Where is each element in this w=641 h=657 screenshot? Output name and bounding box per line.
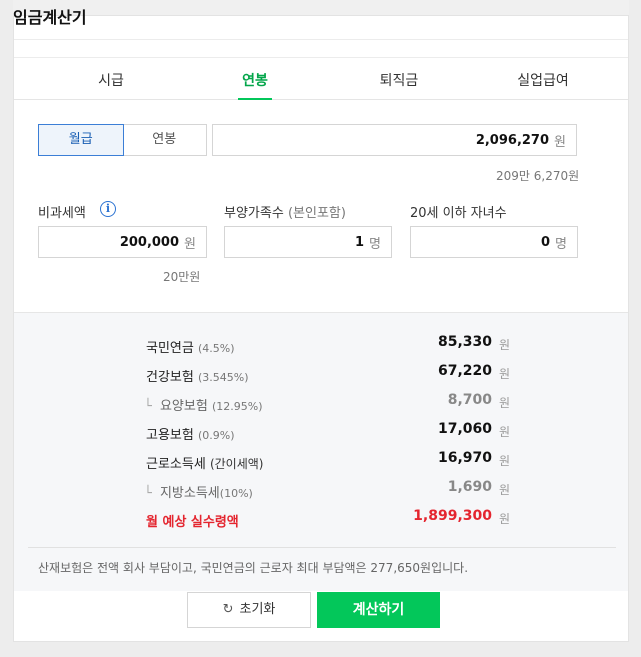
nontax-value: 200,000 — [119, 234, 180, 250]
result-detail: (0.9%) — [197, 429, 235, 442]
result-unit: 원 — [499, 483, 511, 497]
children-unit: 명 — [555, 236, 567, 252]
dependents-input[interactable]: 1 명 — [224, 226, 392, 258]
reset-button[interactable]: ↻ 초기화 — [187, 592, 311, 628]
result-label-sub: └ 지방소득세(10%) — [144, 482, 253, 501]
nontax-unit: 원 — [184, 236, 196, 252]
result-value: 16,970 — [437, 450, 492, 466]
result-detail: (간이세액) — [209, 457, 264, 471]
result-value: 17,060 — [437, 421, 492, 437]
calculate-button[interactable]: 계산하기 — [317, 592, 440, 628]
dependents-label-text: 부양가족수 — [224, 206, 284, 221]
result-name: 국민연금 — [146, 341, 194, 356]
corner-arrow-icon: └ — [144, 399, 152, 414]
net-pay-unit: 원 — [499, 512, 511, 526]
background-right — [629, 0, 641, 657]
result-name: 건강보험 — [146, 370, 194, 385]
nontax-korean-amount: 20만원 — [163, 270, 201, 284]
result-label-sub: └ 요양보험 (12.95%) — [144, 395, 262, 414]
corner-arrow-icon: └ — [144, 486, 152, 501]
result-unit: 원 — [499, 454, 511, 468]
net-pay-value: 1,899,300 — [413, 508, 492, 524]
dependents-unit: 명 — [369, 236, 381, 252]
result-label: 근로소득세 (간이세액) — [146, 453, 263, 472]
wage-calculator-panel: 시급 연봉 퇴직금 실업급여 월급 연봉 2,096,270 원 209만 6,… — [13, 15, 629, 642]
salary-unit: 원 — [554, 134, 566, 150]
calculator-tabs: 시급 연봉 퇴직금 실업급여 — [14, 58, 628, 100]
page-title: 임금계산기 — [13, 8, 87, 27]
tab-unemployment[interactable]: 실업급여 — [493, 70, 593, 90]
tab-hourly[interactable]: 시급 — [61, 70, 161, 90]
children-input[interactable]: 0 명 — [410, 226, 578, 258]
background-bottom — [0, 641, 641, 657]
result-value: 67,220 — [437, 363, 492, 379]
result-detail: (3.545%) — [197, 371, 249, 384]
dependents-value: 1 — [354, 234, 365, 250]
result-value: 1,690 — [447, 479, 492, 495]
result-value: 85,330 — [437, 334, 492, 350]
result-unit: 원 — [499, 338, 511, 352]
deduction-results: 국민연금 (4.5%) 85,330 원 건강보험 (3.545%) 67,22… — [14, 312, 628, 591]
tab-severance[interactable]: 퇴직금 — [349, 70, 449, 90]
divider — [14, 39, 628, 40]
result-unit: 원 — [499, 396, 511, 410]
result-name: 요양보험 — [159, 399, 208, 414]
result-name: 고용보험 — [146, 428, 194, 443]
salary-input[interactable]: 2,096,270 원 — [212, 124, 577, 156]
dependents-label-sub: (본인포함) — [287, 206, 346, 221]
result-label: 건강보험 (3.545%) — [146, 366, 249, 385]
nontax-input[interactable]: 200,000 원 — [38, 226, 207, 258]
divider — [28, 547, 616, 548]
result-unit: 원 — [499, 425, 511, 439]
nontax-label: 비과세액 — [38, 206, 86, 221]
net-pay-label: 월 예상 실수령액 — [146, 515, 239, 530]
children-value: 0 — [540, 234, 551, 250]
monthly-pay-button[interactable]: 월급 — [38, 124, 124, 156]
result-detail: (10%) — [219, 487, 253, 500]
dependents-label: 부양가족수 (본인포함) — [224, 202, 346, 221]
insurance-note: 산재보험은 전액 회사 부담이고, 국민연금의 근로자 최대 부담액은 277,… — [38, 561, 469, 575]
tab-annual[interactable]: 연봉 — [205, 70, 305, 90]
refresh-icon: ↻ — [222, 602, 234, 617]
salary-value: 2,096,270 — [475, 132, 550, 148]
info-icon[interactable]: i — [100, 201, 116, 217]
background-left — [0, 0, 13, 657]
result-unit: 원 — [499, 367, 511, 381]
annual-pay-button[interactable]: 연봉 — [123, 125, 207, 155]
reset-label: 초기화 — [239, 602, 276, 617]
result-value: 8,700 — [447, 392, 492, 408]
result-label: 국민연금 (4.5%) — [146, 337, 235, 356]
result-label: 고용보험 (0.9%) — [146, 424, 235, 443]
result-name: 지방소득세 — [159, 486, 220, 501]
pay-type-toggle: 월급 연봉 — [38, 124, 207, 156]
result-detail: (12.95%) — [211, 400, 263, 413]
result-name: 근로소득세 — [146, 457, 206, 472]
result-detail: (4.5%) — [197, 342, 235, 355]
active-tab-indicator — [238, 98, 272, 100]
children-label: 20세 이하 자녀수 — [410, 206, 507, 221]
salary-korean-amount: 209만 6,270원 — [496, 169, 580, 183]
